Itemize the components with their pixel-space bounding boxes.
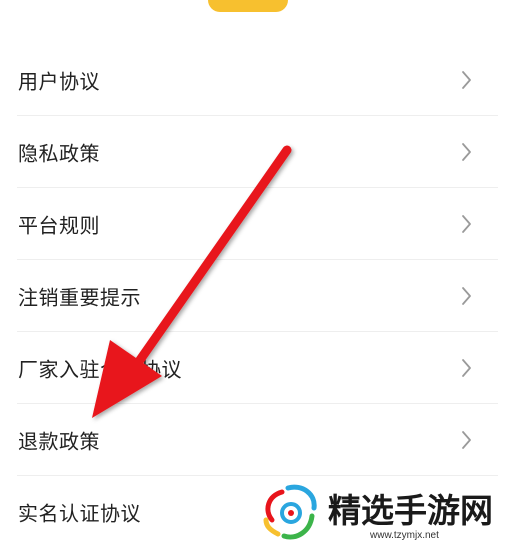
menu-item-label: 平台规则 [18,213,100,238]
chevron-right-icon [458,69,474,91]
menu-item-platform-rules[interactable]: 平台规则 [0,188,506,260]
menu-item-account-deletion-notice[interactable]: 注销重要提示 [0,260,506,332]
menu-item-user-agreement[interactable]: 用户协议 [0,44,506,116]
menu-item-label: 实名认证协议 [18,501,141,526]
menu-item-label: 退款政策 [18,429,100,454]
menu-item-label: 注销重要提示 [18,285,141,310]
menu-item-label: 厂家入驻合作协议 [18,357,182,382]
chevron-right-icon [458,141,474,163]
top-action-button[interactable] [208,0,288,12]
menu-item-privacy-policy[interactable]: 隐私政策 [0,116,506,188]
menu-item-refund-policy[interactable]: 退款政策 [0,404,506,476]
menu-item-realname-agreement[interactable]: 实名认证协议 [0,476,506,548]
chevron-right-icon [458,213,474,235]
chevron-right-icon [458,357,474,379]
menu-item-label: 用户协议 [18,69,100,94]
menu-item-vendor-agreement[interactable]: 厂家入驻合作协议 [0,332,506,404]
agreement-menu-list: 用户协议 隐私政策 平台规则 注销重要提示 厂家入驻合作协议 退款政策 实名认证… [0,44,506,548]
menu-item-label: 隐私政策 [18,141,100,166]
chevron-right-icon [458,429,474,451]
chevron-right-icon [458,285,474,307]
